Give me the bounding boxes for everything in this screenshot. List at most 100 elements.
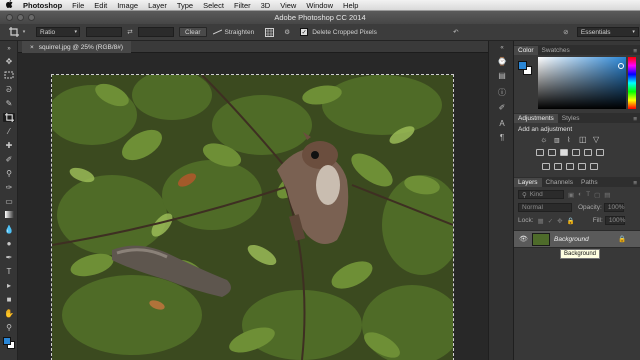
hue-saturation-icon[interactable]: [536, 149, 544, 156]
marquee-tool-icon[interactable]: [3, 71, 15, 80]
lock-position-icon[interactable]: ✥: [557, 217, 562, 225]
filter-smart-object-icon[interactable]: ▤: [604, 191, 610, 199]
tab-color[interactable]: Color: [514, 46, 538, 55]
tab-adjustments[interactable]: Adjustments: [514, 114, 558, 123]
pen-tool-icon[interactable]: ✒: [3, 253, 15, 262]
straighten-label[interactable]: Straighten: [225, 29, 255, 36]
filter-shape-icon[interactable]: ▢: [594, 191, 600, 199]
delete-cropped-checkbox[interactable]: ✓: [300, 28, 309, 36]
healing-brush-tool-icon[interactable]: ✚: [3, 141, 15, 150]
layer-row-background[interactable]: 👁 Background 🔒: [514, 230, 640, 248]
invert-icon[interactable]: [542, 163, 550, 170]
fill-input[interactable]: 100%: [604, 216, 625, 225]
app-menu-photoshop[interactable]: Photoshop: [23, 1, 62, 10]
crop-tool-icon[interactable]: [3, 113, 15, 122]
crop-ratio-select[interactable]: Ratio ▾: [36, 27, 80, 37]
blend-mode-select[interactable]: Normal: [518, 203, 572, 212]
lasso-tool-icon[interactable]: ᘐ: [3, 85, 15, 94]
zoom-tool-icon[interactable]: ⚲: [3, 323, 15, 332]
selective-color-icon[interactable]: [590, 163, 598, 170]
gradient-tool-icon[interactable]: [3, 211, 15, 220]
menu-layer[interactable]: Layer: [148, 1, 167, 10]
levels-icon[interactable]: ▥: [554, 137, 560, 144]
lock-transparency-icon[interactable]: ▦: [538, 217, 544, 225]
history-brush-tool-icon[interactable]: ✑: [3, 183, 15, 192]
opacity-input[interactable]: 100%: [603, 203, 624, 212]
paragraph-panel-icon[interactable]: ¶: [497, 133, 507, 142]
menu-file[interactable]: File: [72, 1, 84, 10]
tab-styles[interactable]: Styles: [558, 114, 584, 123]
panel-collapse-icon[interactable]: »: [3, 45, 15, 54]
crop-tool-icon[interactable]: [8, 27, 20, 37]
cancel-icon[interactable]: ⊘: [561, 28, 571, 36]
layer-kind-filter[interactable]: ⚲ Kind: [518, 190, 564, 199]
blur-tool-icon[interactable]: 💧: [3, 225, 15, 234]
menu-help[interactable]: Help: [343, 1, 358, 10]
hue-slider[interactable]: [628, 57, 636, 109]
dock-expand-icon[interactable]: «: [497, 45, 507, 54]
color-field[interactable]: [538, 57, 626, 109]
color-swatches[interactable]: [3, 337, 15, 349]
color-panel-swatches[interactable]: [518, 61, 532, 75]
curves-icon[interactable]: ⌇: [567, 136, 570, 144]
brush-panel-icon[interactable]: ✐: [497, 103, 507, 112]
threshold-icon[interactable]: [566, 163, 574, 170]
apple-menu-icon[interactable]: [6, 0, 16, 10]
move-tool-icon[interactable]: ✥: [3, 57, 15, 66]
exposure-icon[interactable]: ◫: [579, 135, 587, 144]
clear-button[interactable]: Clear: [179, 27, 207, 37]
menu-type[interactable]: Type: [177, 1, 193, 10]
document-canvas[interactable]: [51, 74, 454, 360]
photo-filter-icon[interactable]: [572, 149, 580, 156]
color-picker-cursor[interactable]: [618, 63, 624, 69]
menu-edit[interactable]: Edit: [94, 1, 107, 10]
lock-all-icon[interactable]: 🔒: [567, 217, 575, 225]
eraser-tool-icon[interactable]: ▭: [3, 197, 15, 206]
clone-stamp-tool-icon[interactable]: ⚲: [3, 169, 15, 178]
panel-menu-icon[interactable]: ≡: [633, 116, 637, 123]
reset-icon[interactable]: ↶: [451, 28, 461, 36]
properties-panel-icon[interactable]: ▤: [497, 71, 507, 80]
quick-selection-tool-icon[interactable]: ✎: [3, 99, 15, 108]
crop-width-input[interactable]: [86, 27, 122, 37]
character-panel-icon[interactable]: A: [497, 119, 507, 128]
filter-type-icon[interactable]: T: [586, 191, 590, 198]
document-tab[interactable]: × squirrel.jpg @ 25% (RGB/8#): [22, 41, 132, 53]
gradient-map-icon[interactable]: [578, 163, 586, 170]
zoom-window-button[interactable]: [28, 14, 35, 21]
foreground-color-swatch[interactable]: [3, 337, 11, 345]
rectangle-tool-icon[interactable]: ■: [3, 295, 15, 304]
path-selection-tool-icon[interactable]: ▸: [3, 281, 15, 290]
panel-menu-icon[interactable]: ≡: [633, 180, 637, 187]
history-panel-icon[interactable]: ⌚: [497, 57, 507, 66]
tab-paths[interactable]: Paths: [577, 178, 602, 187]
lock-pixels-icon[interactable]: ✓: [548, 217, 553, 225]
tool-preset-chevron-icon[interactable]: ▾: [20, 29, 28, 35]
layer-name[interactable]: Background: [554, 236, 589, 243]
menu-3d[interactable]: 3D: [261, 1, 271, 10]
filter-pixel-icon[interactable]: ▣: [568, 191, 574, 199]
brightness-contrast-icon[interactable]: ☼: [540, 135, 547, 144]
menu-filter[interactable]: Filter: [234, 1, 251, 10]
menu-window[interactable]: Window: [306, 1, 333, 10]
info-panel-icon[interactable]: ⓘ: [497, 87, 507, 97]
filter-adjustment-icon[interactable]: ◐: [578, 191, 582, 198]
workspace-switcher[interactable]: Essentials ▾: [576, 27, 639, 37]
eyedropper-tool-icon[interactable]: ⁄: [3, 127, 15, 136]
brush-tool-icon[interactable]: ✐: [3, 155, 15, 164]
panel-menu-icon[interactable]: ≡: [633, 48, 637, 55]
tab-swatches[interactable]: Swatches: [538, 46, 574, 55]
foreground-color-swatch[interactable]: [518, 61, 527, 70]
swap-dimensions-icon[interactable]: ⇄: [124, 28, 136, 36]
dodge-tool-icon[interactable]: ●: [3, 239, 15, 248]
channel-mixer-icon[interactable]: [584, 149, 592, 156]
straighten-ruler-icon[interactable]: [213, 29, 223, 35]
minimize-window-button[interactable]: [17, 14, 24, 21]
color-lookup-icon[interactable]: [596, 149, 604, 156]
menu-image[interactable]: Image: [117, 1, 138, 10]
close-icon[interactable]: ×: [30, 44, 34, 51]
type-tool-icon[interactable]: T: [3, 267, 15, 276]
close-window-button[interactable]: [6, 14, 13, 21]
crop-height-input[interactable]: [138, 27, 174, 37]
tab-channels[interactable]: Channels: [542, 178, 577, 187]
